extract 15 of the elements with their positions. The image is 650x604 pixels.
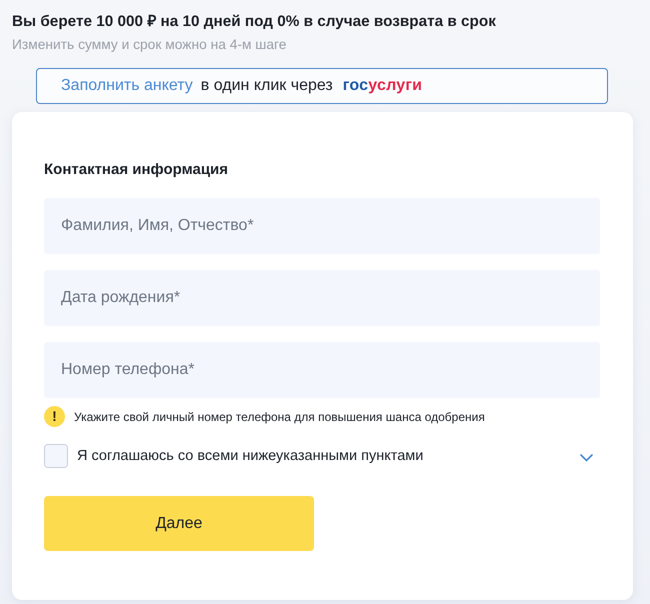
chevron-icon[interactable]: [580, 454, 593, 462]
agreement-checkbox[interactable]: [44, 444, 68, 468]
section-heading: Контактная информация: [44, 160, 228, 180]
next-button[interactable]: Далее: [44, 496, 314, 551]
offer-title: Вы берете 10 000 ₽ на 10 дней под 0% в случае возврата в срок: [12, 12, 496, 32]
gosuslugi-banner[interactable]: Заполнить анкету в один клик через госуслуги: [36, 68, 608, 104]
warning-icon: !: [44, 406, 65, 427]
input-field[interactable]: Номер телефона*: [44, 342, 600, 398]
input-field[interactable]: Дата рождения*: [44, 270, 600, 326]
offer-subtitle: Изменить сумму и срок можно на 4-м шаге: [12, 36, 286, 54]
banner-text: в один клик через: [200, 77, 333, 95]
gosuslugi-logo: госуслуги: [342, 77, 422, 95]
hint-text: Укажите свой личный номер телефона для повышения шанса одобрения: [74, 410, 485, 424]
input-field[interactable]: Фамилия, Имя, Отчество*: [44, 198, 600, 254]
agreement-label: Я соглашаюсь со всеми нижеуказанными пунктами: [77, 448, 424, 464]
